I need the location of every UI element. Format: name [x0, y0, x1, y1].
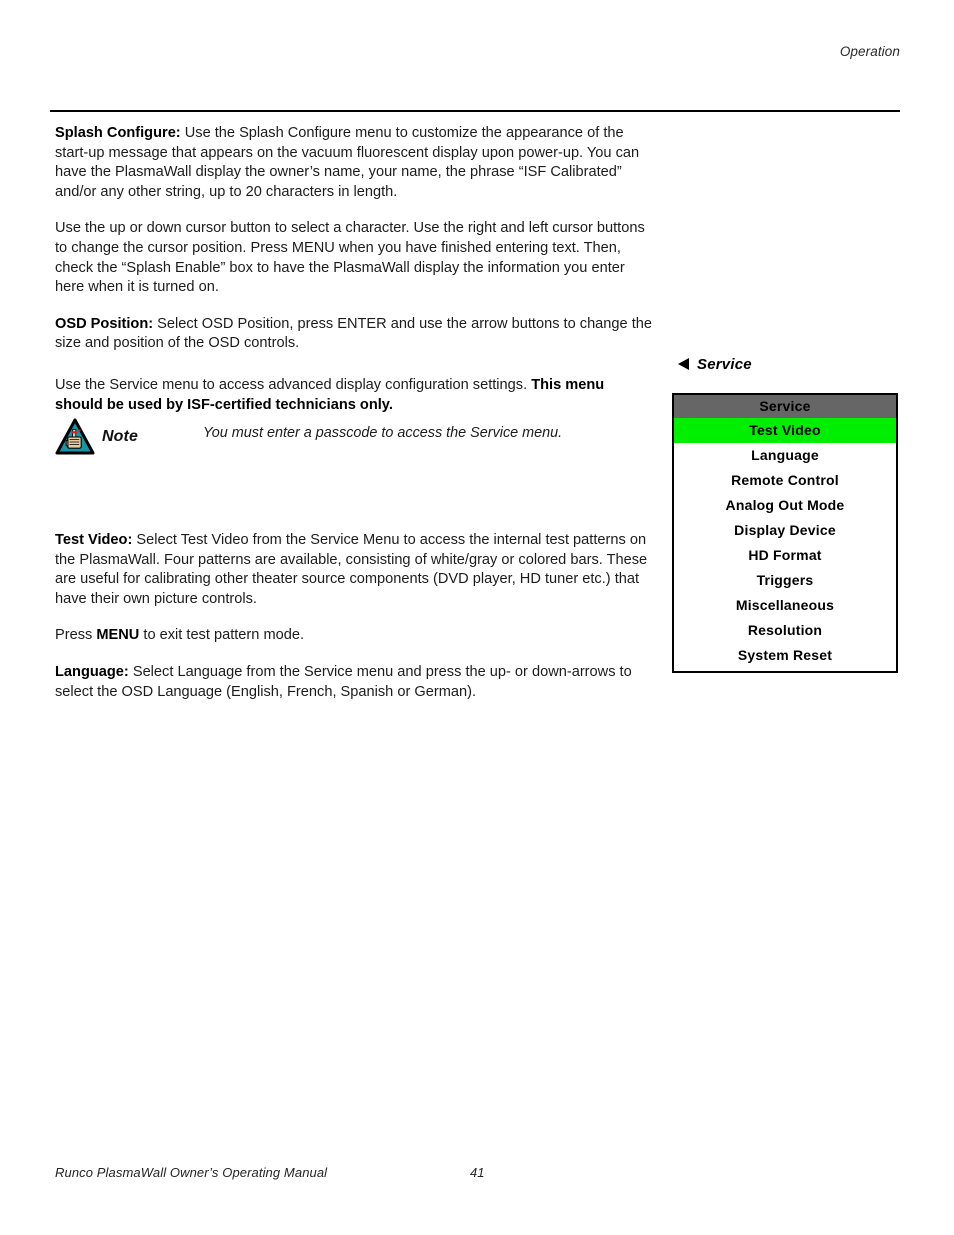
paragraph-body-cursor-instructions: Use the up or down cursor button to sele…: [55, 220, 645, 296]
osd-menu-panel: Service Test Video Language Remote Contr…: [672, 393, 898, 673]
paragraph-language: Language: Select Language from the Servi…: [55, 663, 653, 702]
paragraph-body-test-video: Select Test Video from the Service Menu …: [55, 532, 648, 607]
osd-menu-item-miscellaneous[interactable]: Miscellaneous: [674, 593, 896, 618]
paragraph-lead-test-video: Test Video:: [55, 532, 133, 548]
osd-menu-title: Service: [674, 395, 896, 418]
osd-menu-item-list: Test Video Language Remote Control Analo…: [674, 418, 896, 671]
paragraph-osd-position: OSD Position: Select OSD Position, press…: [55, 315, 653, 354]
left-triangle-icon: [678, 358, 689, 370]
running-header: Operation: [839, 44, 900, 59]
note-block: Note You must enter a passcode to access…: [55, 418, 655, 482]
paragraph-lead-splash-configure: Splash Configure:: [55, 125, 181, 141]
osd-figure-caption-text: Service: [697, 355, 752, 373]
paragraph-cursor-instructions: Use the up or down cursor button to sele…: [55, 219, 653, 297]
page-footer: Runco PlasmaWall Owner’s Operating Manua…: [55, 1165, 655, 1183]
paragraph-body-language: Select Language from the Service menu an…: [55, 663, 632, 700]
osd-service-figure: Service Service Test Video Language Remo…: [672, 354, 900, 673]
header-rule: [50, 110, 900, 112]
osd-menu-item-analog-out-mode[interactable]: Analog Out Mode: [674, 493, 896, 518]
paragraph-service-intro: Use the Service menu to access advanced …: [55, 376, 653, 415]
osd-menu-item-language[interactable]: Language: [674, 443, 896, 468]
osd-menu-item-system-reset[interactable]: System Reset: [674, 643, 896, 671]
osd-menu-item-hd-format[interactable]: HD Format: [674, 543, 896, 568]
body-text-lower: Test Video: Select Test Video from the S…: [55, 531, 653, 719]
footer-page-number: 41: [470, 1165, 485, 1180]
osd-menu-item-remote-control[interactable]: Remote Control: [674, 468, 896, 493]
paragraph-body-service-intro: Use the Service menu to access advanced …: [55, 376, 532, 393]
footer-manual-title: Runco PlasmaWall Owner’s Operating Manua…: [55, 1165, 328, 1180]
press-menu-prefix: Press: [55, 627, 97, 644]
body-text-upper: Splash Configure: Use the Splash Configu…: [55, 124, 653, 432]
note-label: Note: [102, 428, 138, 445]
note-text: You must enter a passcode to access the …: [203, 425, 563, 441]
manual-page: Operation Splash Configure: Use the Spla…: [0, 0, 954, 1235]
osd-menu-item-test-video[interactable]: Test Video: [674, 418, 896, 443]
paragraph-press-menu: Press MENU to exit test pattern mode.: [55, 626, 653, 646]
paragraph-lead-language: Language:: [55, 663, 129, 680]
paragraph-lead-osd-position: OSD Position:: [55, 315, 154, 332]
paragraph-splash-configure: Splash Configure: Use the Splash Configu…: [55, 124, 653, 202]
osd-menu-item-triggers[interactable]: Triggers: [674, 568, 896, 593]
note-hand-triangle-icon: [55, 418, 95, 455]
osd-menu-item-resolution[interactable]: Resolution: [674, 618, 896, 643]
press-menu-suffix: to exit test pattern mode.: [139, 627, 305, 644]
osd-menu-item-display-device[interactable]: Display Device: [674, 518, 896, 543]
paragraph-test-video: Test Video: Select Test Video from the S…: [55, 531, 653, 609]
note-label-group: Note: [55, 418, 138, 456]
press-menu-key: MENU: [96, 627, 140, 644]
osd-figure-caption: Service: [672, 354, 900, 374]
